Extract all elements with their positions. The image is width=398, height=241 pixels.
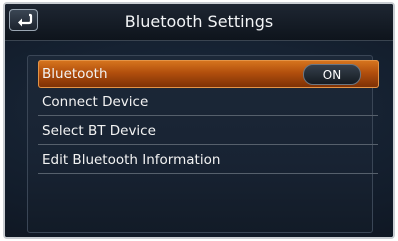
toggle-value: ON (322, 67, 342, 82)
menu-item-label: Select BT Device (42, 122, 156, 139)
menu-item-select-bt-device[interactable]: Select BT Device (38, 117, 378, 145)
menu-item-edit-bluetooth-information[interactable]: Edit Bluetooth Information (38, 146, 378, 174)
menu-item-bluetooth[interactable]: Bluetooth ON (38, 60, 379, 88)
menu-item-label: Connect Device (42, 93, 149, 110)
menu-item-label: Edit Bluetooth Information (42, 151, 221, 168)
page-title: Bluetooth Settings (124, 12, 274, 31)
screen-frame: Bluetooth Settings Bluetooth ON Connect … (3, 2, 395, 239)
bluetooth-toggle[interactable]: ON (303, 64, 361, 85)
header-bar: Bluetooth Settings (5, 4, 393, 41)
settings-list-panel: Bluetooth ON Connect Device Select BT De… (27, 55, 379, 233)
screen: Bluetooth Settings Bluetooth ON Connect … (5, 4, 393, 237)
menu-item-connect-device[interactable]: Connect Device (38, 88, 378, 116)
menu-item-label: Bluetooth (42, 66, 108, 82)
